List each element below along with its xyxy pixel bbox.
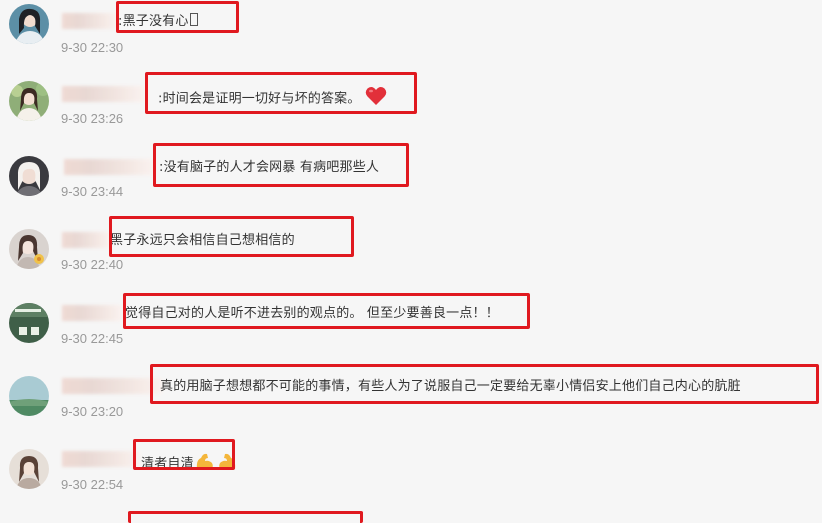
- comment-text: 黑子永远只会相信自己想相信的: [110, 233, 295, 248]
- user-avatar[interactable]: [9, 449, 49, 489]
- comment-item: :没有脑子的人才会网暴 有病吧那些人 9-30 23:44: [0, 150, 822, 223]
- user-avatar[interactable]: [9, 156, 49, 196]
- comment-item: 清者自清 9-30 22:54: [0, 442, 822, 515]
- avatar-girl-dark-icon: [9, 156, 49, 196]
- comment-time: 9-30 22:54: [61, 477, 124, 492]
- user-avatar[interactable]: [9, 4, 49, 44]
- user-avatar[interactable]: [9, 376, 49, 416]
- user-avatar[interactable]: [9, 229, 49, 269]
- comment-time: 9-30 22:40: [61, 257, 124, 272]
- comment-item: :时间会是证明一切好与坏的答案。 9-30 23:26: [0, 77, 822, 150]
- avatar-girl-garden-icon: [9, 81, 49, 121]
- comment-item: 觉得自己对的人是听不进去别的观点的。 但至少要善良一点！！ 9-30 22:45: [0, 296, 822, 369]
- comment-time: 9-30 23:44: [61, 184, 124, 199]
- comment-text: 觉得自己对的人是听不进去别的观点的。 但至少要善良一点！！: [125, 306, 499, 321]
- avatar-girl-teal-icon: [9, 4, 49, 44]
- username[interactable]: [62, 13, 117, 29]
- missing-glyph-icon: [189, 13, 198, 26]
- comment-text: :时间会是证明一切好与坏的答案。: [158, 86, 387, 112]
- comment-text: 清者自清: [141, 451, 237, 477]
- comment-time: 9-30 23:26: [61, 111, 124, 126]
- username[interactable]: [62, 86, 144, 102]
- user-avatar[interactable]: [9, 303, 49, 343]
- comment-item: :黑子没有心 9-30 22:30: [0, 4, 822, 77]
- user-avatar[interactable]: [9, 81, 49, 121]
- comment-item: 真的用脑子想想都不可能的事情，有些人为了说服自己一定要给无辜小情侣安上他们自己内…: [0, 369, 822, 442]
- comment-text: :黑子没有心: [118, 13, 198, 31]
- username[interactable]: [62, 232, 110, 248]
- username[interactable]: [62, 451, 140, 467]
- flexed-biceps-icon: [195, 451, 237, 477]
- comment-item: 黑子永远只会相信自己想相信的 9-30 22:40: [0, 223, 822, 296]
- red-heart-icon: [365, 86, 387, 112]
- avatar-girl-flower-icon: [9, 229, 49, 269]
- avatar-green-text-icon: [9, 303, 49, 343]
- avatar-landscape-icon: [9, 376, 49, 416]
- username[interactable]: [62, 378, 162, 394]
- avatar-girl-light-icon: [9, 449, 49, 489]
- username[interactable]: [62, 305, 122, 321]
- comment-time: 9-30 22:45: [61, 331, 124, 346]
- username[interactable]: [64, 159, 154, 175]
- comment-text: 真的用脑子想想都不可能的事情，有些人为了说服自己一定要给无辜小情侣安上他们自己内…: [160, 379, 741, 394]
- comment-time: 9-30 22:30: [61, 40, 124, 55]
- comment-time: 9-30 23:20: [61, 404, 124, 419]
- comment-text: :没有脑子的人才会网暴 有病吧那些人: [159, 160, 380, 175]
